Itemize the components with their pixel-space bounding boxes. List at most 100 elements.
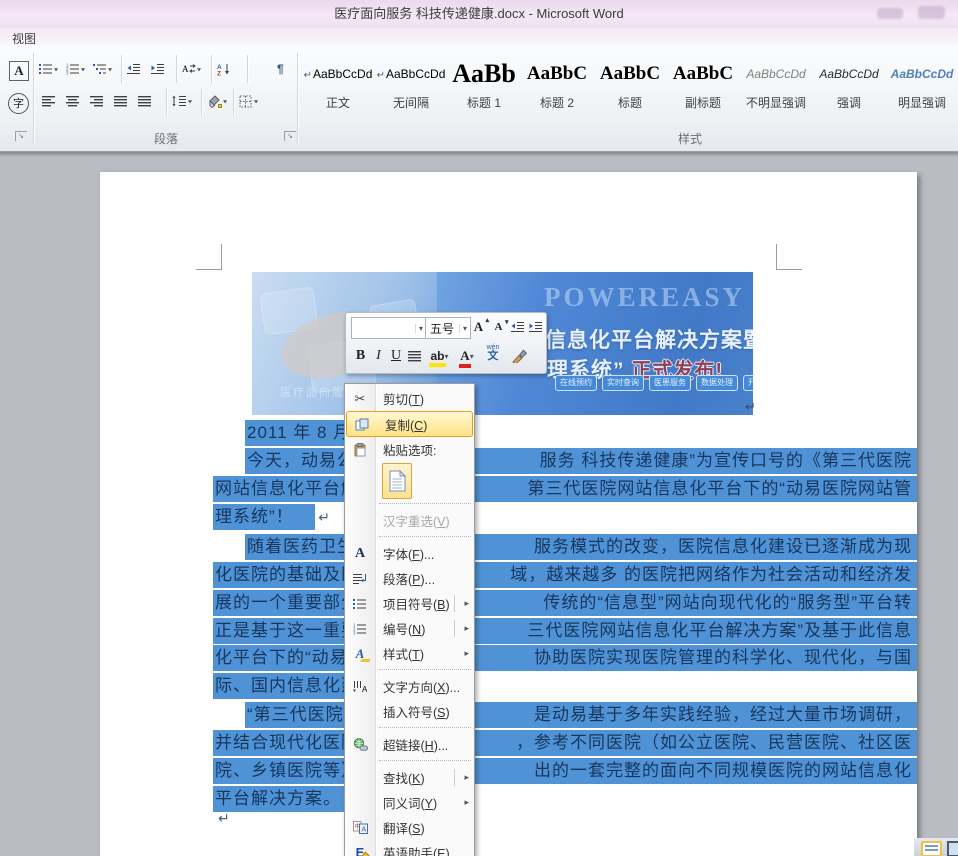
multilevel-list-button[interactable]: ▾ <box>93 57 112 81</box>
menu-item-文字方向[interactable]: A文字方向(X)... <box>345 674 474 699</box>
selected-text-line-6[interactable]: 展的一个重要部分，传统的“信息型”网站向现代化的“服务型”平台转 <box>213 590 917 616</box>
line-text: 化医院的基础及医 <box>213 565 359 584</box>
shading-button[interactable]: ▾ <box>207 89 227 113</box>
chevron-down-icon[interactable]: ▾ <box>81 65 85 72</box>
selected-text-line-3[interactable]: 理系统”！↵ <box>213 504 315 530</box>
style-item-标题[interactable]: AaBbC标题 <box>595 55 665 119</box>
taskbar-fragment <box>912 838 958 856</box>
text-highlight-button[interactable]: ab ▾ <box>427 346 452 366</box>
chevron-down-icon[interactable]: ▾ <box>54 65 58 72</box>
decrease-indent-button[interactable] <box>127 57 141 81</box>
menu-item-查找[interactable]: 查找(K)▸ <box>345 765 474 790</box>
tab-view[interactable]: 视图 <box>12 30 36 47</box>
font-color-button[interactable]: A ▾ <box>455 346 479 366</box>
chevron-down-icon[interactable]: ▾ <box>223 97 227 104</box>
menu-item-超链接[interactable]: 超链接(H)... <box>345 732 474 757</box>
distribute-button[interactable] <box>138 89 152 113</box>
style-item-不明显强调[interactable]: AaBbCcDd不明显强调 <box>741 55 811 119</box>
decrease-indent-button[interactable] <box>509 317 526 337</box>
chevron-down-icon[interactable]: ▾ <box>188 97 192 104</box>
selected-text-line-12[interactable]: 院、乡镇医院等）对出的一套完整的面向不同规模医院的网站信息化 <box>213 758 917 784</box>
menu-item-同义词[interactable]: 同义词(Y)▸ <box>345 790 474 815</box>
justify-button[interactable] <box>114 89 128 113</box>
shrink-font-button[interactable]: A▾ <box>489 317 508 337</box>
paragraph-dialog-launcher[interactable]: ↘ <box>284 131 296 141</box>
menu-item-label: 编号(N) <box>383 619 425 638</box>
menu-item-插入符号[interactable]: 插入符号(S) <box>345 699 474 724</box>
chevron-down-icon[interactable]: ▾ <box>254 97 258 104</box>
bullets-icon <box>39 63 53 75</box>
taskbar-app-icon[interactable] <box>947 841 958 856</box>
align-left-button[interactable] <box>42 89 56 113</box>
sort-button[interactable]: AZ <box>217 57 231 81</box>
menu-item-段落[interactable]: 段落(P)... <box>345 566 474 591</box>
style-item-标题 2[interactable]: AaBbC标题 2 <box>522 55 592 119</box>
style-preview: AaBbC <box>522 55 592 93</box>
window-minimize-button[interactable] <box>877 8 903 19</box>
chevron-down-icon[interactable]: ▾ <box>197 65 201 72</box>
menu-item-剪切[interactable]: ✂剪切(T) <box>345 386 474 411</box>
chevron-down-icon[interactable]: ▾ <box>108 65 112 72</box>
menu-item-汉字重选[interactable]: 汉字重选(V) <box>345 508 474 533</box>
menu-item-英语助手[interactable]: E英语助手(E) <box>345 840 474 856</box>
menu-item-label: 文字方向(X)... <box>383 677 460 696</box>
underline-button[interactable]: U <box>388 346 404 366</box>
paste-keep-source-formatting-button[interactable] <box>382 463 412 499</box>
selected-text-line-5[interactable]: 化医院的基础及医域，越来越多 的医院把网络作为社会活动和经济发 <box>213 562 917 588</box>
selected-text-line-11[interactable]: 并结合现代化医院的，参考不同医院（如公立医院、民营医院、社区医 <box>213 730 917 756</box>
distribute-button[interactable] <box>406 346 424 366</box>
style-item-强调[interactable]: AaBbCcDd强调 <box>814 55 884 119</box>
align-center-button[interactable] <box>66 89 80 113</box>
font-dialog-launcher[interactable]: ↘ <box>15 131 27 141</box>
format-painter-button[interactable] <box>508 346 530 366</box>
asian-layout-button[interactable]: A▾ <box>182 57 201 81</box>
increase-indent-button[interactable] <box>527 317 544 337</box>
menu-item-label: 同义词(Y) <box>383 793 437 812</box>
context-menu: ✂剪切(T) 复制(C) 粘贴选项: 汉字重选(V) A字体(F)...段落(P)...… <box>344 383 475 856</box>
increase-indent-button[interactable] <box>151 57 165 81</box>
ribbon-shadow <box>0 152 958 157</box>
style-item-标题 1[interactable]: AaBb标题 1 <box>449 55 519 119</box>
selected-text-line-8[interactable]: 化平台下的“动易医协助医院实现医院管理的科学化、现代化，与国 <box>213 645 917 671</box>
menu-item-样式[interactable]: A样式(T)▸ <box>345 641 474 666</box>
svg-text:3: 3 <box>353 630 356 635</box>
style-item-正文[interactable]: ↵AaBbCcDd正文 <box>303 55 373 119</box>
grow-font-button[interactable]: A▴ <box>469 317 488 337</box>
numbering-button[interactable]: 123▾ <box>66 57 85 81</box>
selected-text-line-13[interactable]: 平台解决方案。↵ <box>213 786 353 812</box>
line-spacing-button[interactable]: ▾ <box>172 89 192 113</box>
style-item-无间隔[interactable]: ↵AaBbCcDd无间隔 <box>376 55 446 119</box>
selected-text-line-7[interactable]: 正是基于这一重要趋三代医院网站信息化平台解决方案”及基于此信息 <box>213 618 917 644</box>
enclose-characters-button[interactable]: 字 <box>8 91 29 115</box>
phonetic-guide-button[interactable]: wén 文 <box>482 343 504 363</box>
menu-item-项目符号[interactable]: 项目符号(B)▸ <box>345 591 474 616</box>
menu-item-粘贴选项[interactable]: 粘贴选项: <box>345 437 474 462</box>
menu-item-复制[interactable]: 复制(C) <box>346 411 473 437</box>
taskbar-document-icon[interactable] <box>921 841 942 856</box>
align-right-button[interactable] <box>90 89 104 113</box>
style-label: 标题 1 <box>449 94 519 111</box>
menu-separator <box>379 503 471 505</box>
chevron-down-icon[interactable]: ▾ <box>470 352 474 361</box>
menu-item-字体[interactable]: A字体(F)... <box>345 541 474 566</box>
font-name-combo[interactable]: ▾ <box>351 317 427 339</box>
button-divider <box>166 89 167 115</box>
window-close-button[interactable] <box>918 6 945 19</box>
character-border-button[interactable]: A <box>9 59 29 83</box>
hyperlink-icon <box>353 738 368 751</box>
menu-item-编号[interactable]: 123编号(N)▸ <box>345 616 474 641</box>
chevron-down-icon[interactable]: ▾ <box>445 352 449 361</box>
bullets-button[interactable]: ▾ <box>39 57 58 81</box>
menu-item-翻译[interactable]: 中A翻译(S) <box>345 815 474 840</box>
borders-button[interactable]: ▾ <box>239 89 258 113</box>
show-paragraph-marks-button[interactable]: ¶ <box>277 57 284 81</box>
menu-item-label: 翻译(S) <box>383 818 425 837</box>
font-size-combo[interactable]: 五号 ▾ <box>425 317 471 339</box>
bold-button[interactable]: B <box>352 346 369 366</box>
style-item-副标题[interactable]: AaBbC副标题 <box>668 55 738 119</box>
style-item-明显强调[interactable]: AaBbCcDd明显强调 <box>887 55 957 119</box>
italic-button[interactable]: I <box>371 346 386 366</box>
selected-text-line-2[interactable]: 网站信息化平台解决第三代医院网站信息化平台下的“动易医院网站管 <box>213 476 917 502</box>
menu-item-label: 复制(C) <box>385 415 427 434</box>
text-boundary-mark-right <box>776 244 802 270</box>
